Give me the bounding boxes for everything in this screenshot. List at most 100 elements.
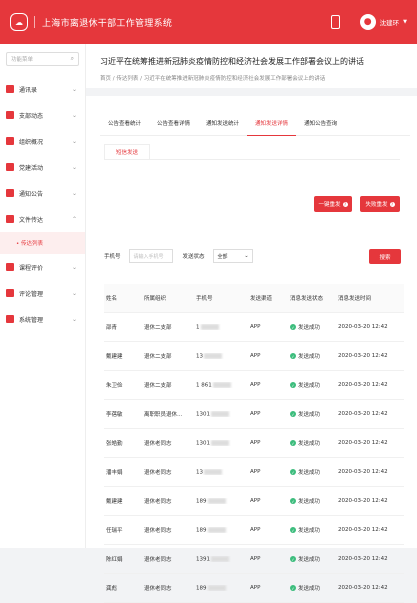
table-row: 戴建建 退休老同志 189 APP ✓ 发送成功 2020-03-20 12:42 — [104, 487, 404, 516]
org-cell: 退休老同志 — [144, 557, 172, 563]
status-cell: ✓ 发送成功 — [288, 352, 336, 360]
status-text: 发送成功 — [298, 499, 321, 505]
sidebar-item-notices[interactable]: 通知公告 ⌄ — [0, 180, 85, 206]
sidebar-item-label: 支部动态 — [19, 112, 44, 120]
phone-cell: 1301 — [194, 410, 248, 418]
sidebar-item-contacts[interactable]: 通讯录 ⌄ — [0, 76, 85, 102]
tab-send-detail[interactable]: 通知发送详情 — [247, 116, 297, 136]
page-title: 习近平在统筹推进新冠肺炎疫情防控和经济社会发展工作部署会议上的讲话 — [100, 57, 364, 66]
column-header: 所属组织 — [144, 296, 167, 302]
channel-cell: APP — [250, 440, 261, 446]
section-divider — [86, 88, 417, 96]
tab-notice-view-detail[interactable]: 公告查看详情 — [149, 116, 198, 136]
channel-cell: APP — [250, 498, 261, 504]
table-row: 陈红娟 退休老同志 1391 APP ✓ 发送成功 2020-03-20 12:42 — [104, 545, 404, 574]
org-icon — [6, 137, 14, 145]
menu-search-input[interactable]: 功能菜单 ⌕ — [6, 52, 79, 66]
sidebar-item-org-overview[interactable]: 组织概况 ⌄ — [0, 128, 85, 154]
column-header: 姓名 — [106, 296, 118, 302]
phone-cell: 1301 — [194, 439, 248, 447]
name-cell: 陈红娟 — [106, 557, 123, 563]
redaction-blur — [212, 381, 231, 388]
sidebar-item-system-mgmt[interactable]: 系统管理 ⌄ — [0, 306, 85, 332]
chevron-down-icon[interactable]: ▼ — [403, 19, 407, 25]
breadcrumb[interactable]: 首页 / 传达列表 / 习近平在统筹推进新冠肺炎疫情防控和经济社会发展工作部署会… — [100, 74, 410, 82]
phone-cell: 13 — [194, 352, 248, 359]
chevron-down-icon: ⌄ — [71, 85, 77, 93]
channel-cell: APP — [250, 411, 261, 417]
status-cell: ✓ 发送成功 — [288, 497, 336, 505]
sidebar-item-file-relay[interactable]: 文件传达 ⌃ — [0, 206, 85, 232]
redaction-blur — [200, 323, 219, 330]
phone-cell: 1391 — [194, 555, 248, 563]
tab-send-stats[interactable]: 通知发送统计 — [198, 116, 247, 136]
user-name[interactable]: 沈建环 — [380, 17, 400, 27]
name-cell: 戴建建 — [106, 499, 123, 505]
time-cell: 2020-03-20 12:42 — [338, 556, 388, 562]
phone-cell: 189 — [194, 526, 248, 533]
phone-text: 1 — [196, 324, 200, 331]
phone-cell: 189 — [194, 497, 248, 504]
sidebar-item-comment-mgmt[interactable]: 评论管理 ⌄ — [0, 280, 85, 306]
chevron-down-icon: ⌄ — [71, 163, 77, 171]
app-title: 上海市离退休干部工作管理系统 — [42, 18, 173, 29]
phone-text: 1 861 — [196, 382, 212, 389]
news-icon — [6, 111, 14, 119]
status-text: 发送成功 — [298, 383, 321, 389]
column-header: 发送渠道 — [250, 296, 273, 302]
sidebar-item-branch-news[interactable]: 支部动态 ⌄ — [0, 102, 85, 128]
sidebar-item-party-activities[interactable]: 党建活动 ⌄ — [0, 154, 85, 180]
name-cell: 张皓勤 — [106, 441, 123, 447]
phone-text: 189 — [196, 585, 207, 592]
check-circle-icon: ✓ — [290, 411, 296, 417]
search-button[interactable]: 搜索 — [369, 249, 401, 264]
check-circle-icon: ✓ — [290, 585, 296, 591]
org-cell: 退休老同志 — [144, 586, 172, 592]
avatar[interactable]: ● — [359, 14, 376, 30]
table-header-row: 姓名 所属组织 手机号 发送渠道 消息发送状态 消息发送时间 — [104, 284, 404, 313]
tab-notice-query[interactable]: 通知公告查询 — [296, 116, 345, 136]
time-cell: 2020-03-20 12:42 — [338, 440, 388, 446]
time-cell: 2020-03-20 12:42 — [338, 382, 388, 388]
search-icon[interactable]: ⌕ — [71, 55, 74, 63]
redaction-blur — [204, 352, 222, 359]
mobile-icon[interactable] — [330, 15, 340, 29]
check-circle-icon: ✓ — [290, 498, 296, 504]
sidebar-item-label: 文件传达 — [19, 216, 44, 224]
phone-text: 1301 — [196, 411, 210, 418]
table-row: 戴建建 退休二支部 13 APP ✓ 发送成功 2020-03-20 12:42 — [104, 342, 404, 371]
phone-cell: 189 — [194, 584, 248, 592]
channel-cell: APP — [250, 353, 261, 359]
channel-cell: APP — [250, 527, 261, 533]
phone-text: 1391 — [196, 556, 210, 563]
resend-all-button[interactable]: 一键重发? — [314, 196, 352, 212]
status-text: 发送成功 — [298, 354, 321, 360]
time-cell: 2020-03-20 12:42 — [338, 469, 388, 475]
check-circle-icon: ✓ — [290, 353, 296, 359]
phone-input[interactable]: 请输入手机号 — [128, 249, 173, 263]
tab-notice-view-stats[interactable]: 公告查看统计 — [100, 116, 149, 136]
title-divider — [34, 16, 35, 28]
sidebar-item-course-review[interactable]: 课程评价 ⌄ — [0, 254, 85, 280]
table-row: 张皓勤 退休老同志 1301 APP ✓ 发送成功 2020-03-20 12:42 — [104, 429, 404, 458]
column-header: 手机号 — [196, 296, 213, 302]
flag-icon — [6, 163, 14, 171]
tab-sms-send[interactable]: 短信发送 — [104, 144, 150, 160]
status-cell: ✓ 发送成功 — [288, 526, 336, 534]
subtab-divider — [104, 159, 400, 160]
sidebar-item-label: 通讯录 — [19, 86, 38, 94]
course-icon — [6, 263, 14, 271]
status-select[interactable]: 全部 ⌄ — [212, 249, 253, 263]
table-row: 邵青 退休二支部 1 APP ✓ 发送成功 2020-03-20 12:42 — [104, 313, 404, 342]
check-circle-icon: ✓ — [290, 440, 296, 446]
sidebar-subitem-relay-list[interactable]: • 传达列表 — [0, 232, 85, 254]
status-text: 发送成功 — [298, 528, 321, 534]
phone-text: 1301 — [196, 440, 210, 447]
redaction-blur — [211, 555, 229, 562]
help-icon: ? — [389, 201, 395, 207]
name-cell: 李蓓敏 — [106, 412, 123, 418]
status-cell: ✓ 发送成功 — [288, 468, 336, 476]
sidebar-item-label: 党建活动 — [19, 164, 44, 172]
table-row: 任瑞平 退休老同志 189 APP ✓ 发送成功 2020-03-20 12:42 — [104, 516, 404, 545]
resend-failed-button[interactable]: 失败重发? — [360, 196, 400, 212]
